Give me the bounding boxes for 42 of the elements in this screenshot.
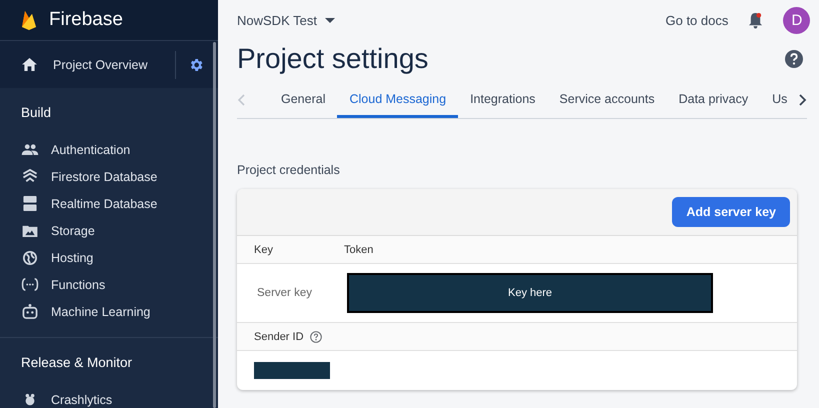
nav-item[interactable]: Authentication [0,136,218,163]
tab[interactable]: General [269,82,338,118]
help-icon[interactable] [785,50,804,68]
nav-item[interactable]: Functions [0,271,218,298]
user-avatar[interactable]: D [783,6,810,34]
page-title: Project settings [237,43,428,75]
table-cell-text: Server key [257,287,313,299]
nav-item[interactable]: Crashlytics [0,386,218,408]
home-icon [22,58,37,71]
nav-item[interactable]: Storage [0,217,218,244]
column-header: Token [344,244,374,256]
server-icon [21,196,39,211]
tab[interactable]: Us [760,82,800,118]
go-to-docs-link[interactable]: Go to docs [665,12,728,28]
add-server-key-button[interactable]: Add server key [672,197,790,227]
dropdown-caret-icon [324,18,335,22]
globe-icon [21,250,39,264]
tab[interactable]: Service accounts [547,82,667,118]
robot-icon [21,304,39,319]
people-icon [21,144,39,155]
nav-item[interactable]: Hosting [0,244,218,271]
project-selector[interactable]: NowSDK Test [237,12,335,28]
brand-name: Firebase [49,9,123,31]
section-heading: Project credentials [237,163,341,179]
tab[interactable]: Integrations [458,82,548,118]
nav-item[interactable]: Firestore Database [0,163,218,190]
notification-bell-icon[interactable] [748,12,764,28]
token-value: Key here [347,273,713,313]
help-icon[interactable] [310,330,322,342]
column-header: Key [254,244,274,256]
chevron-right-icon[interactable] [799,94,808,106]
section-heading: Release & Monitor [20,354,134,372]
column-header: Sender ID [254,330,304,342]
settings-icon[interactable] [188,56,204,72]
brackets-icon [21,278,39,291]
tab[interactable]: Data privacy [666,82,760,118]
flame-logo-icon [21,9,37,31]
nav-item[interactable]: Machine Learning [0,298,218,325]
tab[interactable]: Cloud Messaging [337,82,458,118]
section-heading: Build [20,104,52,122]
image-icon [21,224,39,236]
nav-item[interactable]: Realtime Database [0,190,218,217]
